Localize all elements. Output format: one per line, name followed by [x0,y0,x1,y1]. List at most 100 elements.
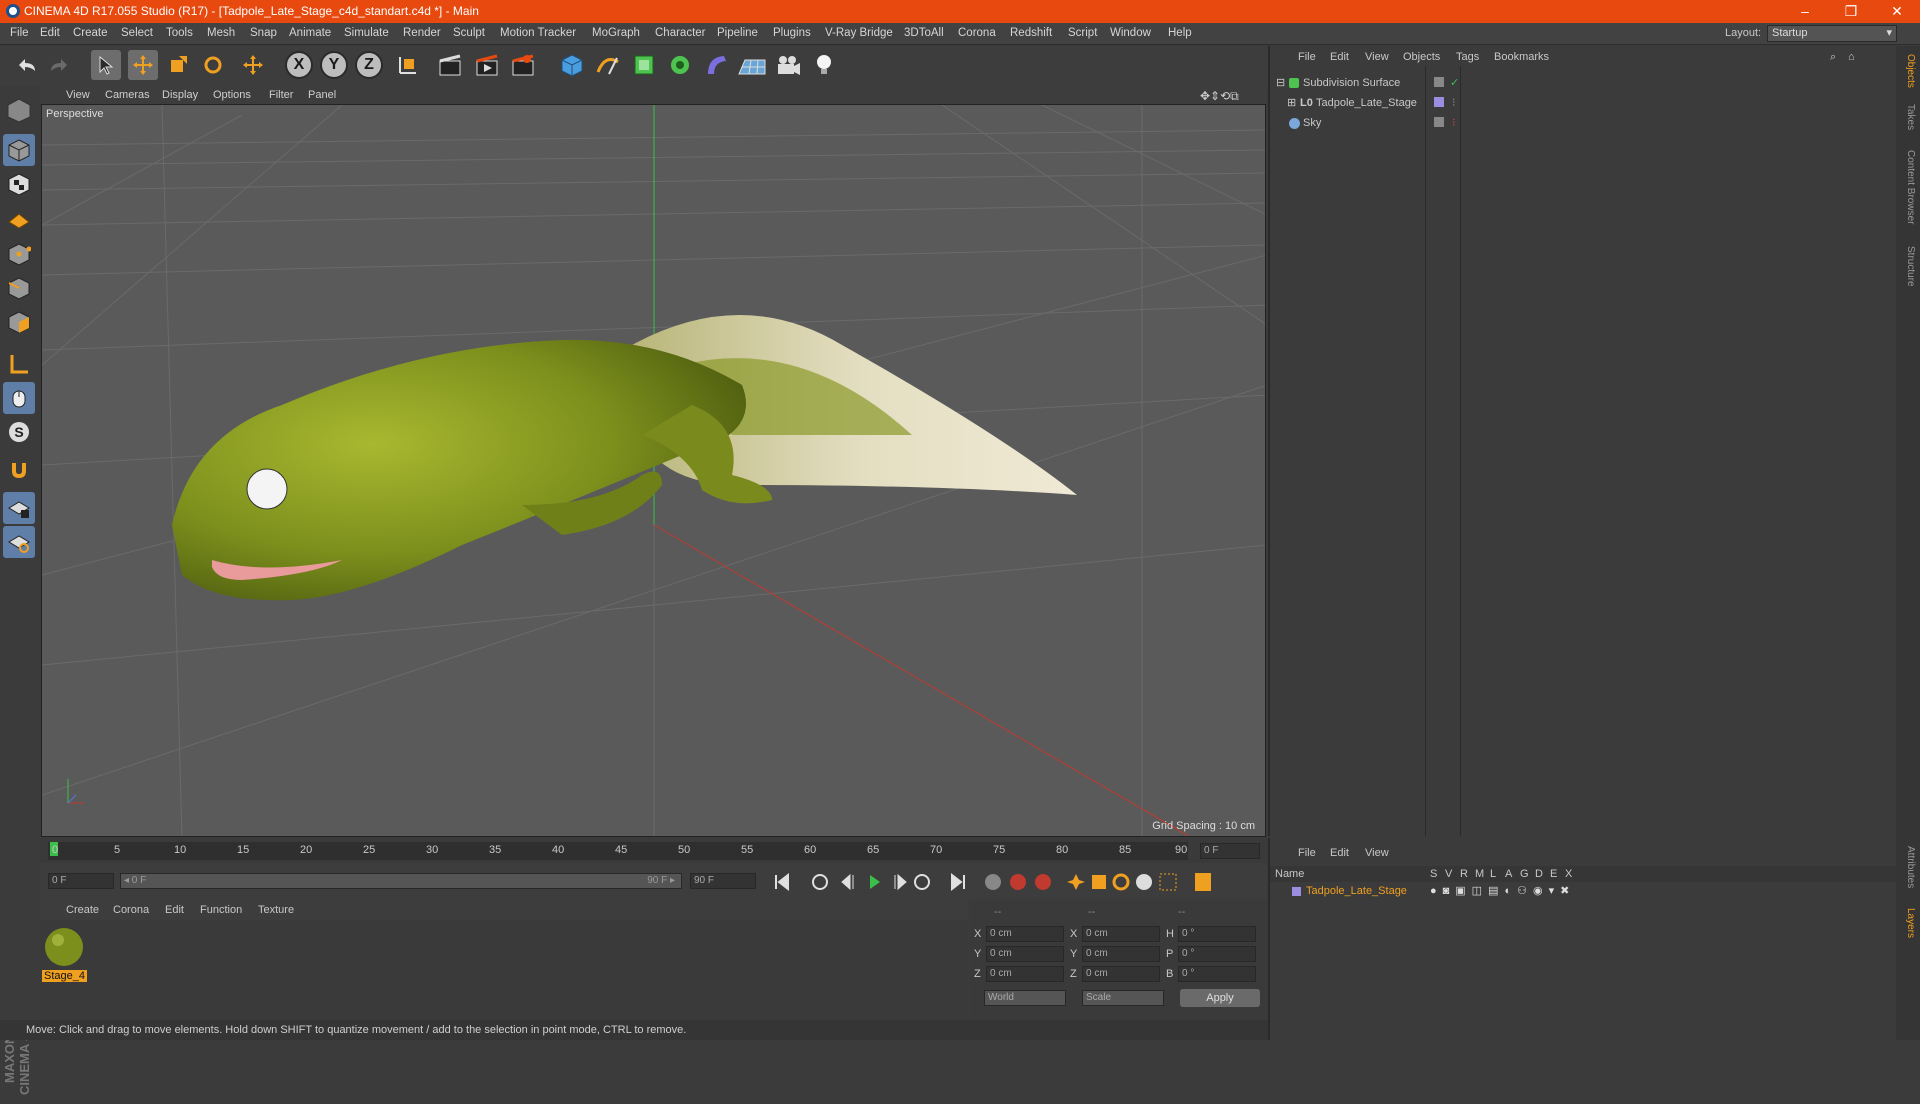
rotation-b-field[interactable]: 0 ° [1178,966,1256,982]
menu-corona[interactable]: Corona [958,27,996,39]
menu-help[interactable]: Help [1168,27,1192,39]
viewport-menu-view[interactable]: View [66,89,90,101]
visibility-dot-icon[interactable]: ⁝ [1452,114,1456,132]
menu-select[interactable]: Select [121,27,153,39]
menu-vray-bridge[interactable]: V-Ray Bridge [825,27,893,39]
material-menu-texture[interactable]: Texture [258,904,294,916]
tweak-mode-button[interactable] [3,382,35,414]
menu-file[interactable]: File [10,27,29,39]
menu-simulate[interactable]: Simulate [344,27,389,39]
viewport-menu-panel[interactable]: Panel [308,89,336,101]
size-y-field[interactable]: 0 cm [1082,946,1160,962]
render-settings-button[interactable] [508,50,538,80]
layer-icon[interactable] [1434,117,1444,127]
menu-sculpt[interactable]: Sculpt [453,27,485,39]
timeline-ruler[interactable]: 0 5 10 15 20 25 30 35 40 45 50 55 60 65 … [48,842,1188,860]
menu-snap[interactable]: Snap [250,27,277,39]
menu-mesh[interactable]: Mesh [207,27,235,39]
menu-3dtoall[interactable]: 3DToAll [904,27,944,39]
model-mode-button[interactable] [3,134,35,166]
rotation-p-field[interactable]: 0 ° [1178,946,1256,962]
menu-render[interactable]: Render [403,27,441,39]
tab-structure[interactable]: Structure [1899,246,1916,298]
menu-redshift[interactable]: Redshift [1010,27,1052,39]
material-menu-edit[interactable]: Edit [165,904,184,916]
workplane-lock-button[interactable] [3,492,35,524]
home-icon[interactable]: ⌂ [1848,51,1855,63]
menu-tools[interactable]: Tools [166,27,193,39]
solo-mode-button[interactable]: S [3,416,35,448]
render-view-button[interactable] [435,50,465,80]
position-x-field[interactable]: 0 cm [986,926,1064,942]
tab-takes[interactable]: Takes [1899,104,1916,140]
recent-tool[interactable] [238,50,268,80]
restore-button[interactable]: ❐ [1828,0,1874,23]
tree-toggle-icon[interactable]: ⊟ [1276,74,1285,92]
viewport-navigation-icons[interactable]: ✥⇕⟲⧉ [1200,89,1239,104]
object-row-tadpole[interactable]: ⊞ L0 Tadpole_Late_Stage ⁝ [1274,94,1889,112]
undo-button[interactable] [12,50,42,80]
axis-mode-button[interactable] [3,348,35,380]
current-frame-field[interactable]: 0 F [1200,843,1260,859]
layer-color-icon[interactable] [1434,97,1444,107]
add-cube-button[interactable] [557,50,587,80]
start-frame-field[interactable]: 0 F [48,873,114,889]
objects-menu-objects[interactable]: Objects [1403,51,1440,63]
menu-plugins[interactable]: Plugins [773,27,811,39]
layers-menu-view[interactable]: View [1365,847,1389,859]
planar-workplane-button[interactable] [3,526,35,558]
layers-menu-file[interactable]: File [1298,847,1316,859]
visibility-dot-icon[interactable]: ⁝ [1452,94,1456,112]
menu-motion-tracker[interactable]: Motion Tracker [500,27,576,39]
add-camera-button[interactable] [773,50,803,80]
live-selection-tool[interactable] [91,50,121,80]
position-z-field[interactable]: 0 cm [986,966,1064,982]
end-frame-field[interactable]: 90 F [690,873,756,889]
viewport-menu-options[interactable]: Options [213,89,251,101]
viewport-menu-filter[interactable]: Filter [269,89,293,101]
object-row-sky[interactable]: Sky ⁝ [1274,114,1889,132]
coordinate-mode-select[interactable]: World [984,990,1066,1006]
menu-character[interactable]: Character [655,27,706,39]
points-mode-button[interactable] [3,238,35,270]
layout-select[interactable]: Startup ▾ [1767,25,1897,42]
material-menu-function[interactable]: Function [200,904,242,916]
edges-mode-button[interactable] [3,272,35,304]
tab-content-browser[interactable]: Content Browser [1899,150,1916,235]
material-menu-corona[interactable]: Corona [113,904,149,916]
add-mograph-button[interactable] [665,50,695,80]
frame-range-slider[interactable]: ◂ 0 F 90 F ▸ [120,873,682,889]
snap-button[interactable] [3,454,35,486]
scale-tool[interactable] [163,50,193,80]
objects-menu-view[interactable]: View [1365,51,1389,63]
texture-mode-button[interactable] [3,168,35,200]
tree-toggle-icon[interactable]: ⊞ [1287,94,1296,112]
move-tool[interactable] [128,50,158,80]
menu-animate[interactable]: Animate [289,27,331,39]
size-x-field[interactable]: 0 cm [1082,926,1160,942]
size-z-field[interactable]: 0 cm [1082,966,1160,982]
render-to-picture-viewer-button[interactable] [472,50,502,80]
x-axis-lock-button[interactable]: X [285,51,313,79]
layer-toggle-icons[interactable]: ●◙▣◫▤◐⚇◉▾✖ [1430,884,1575,897]
viewport-menu-cameras[interactable]: Cameras [105,89,150,101]
close-button[interactable]: ✕ [1874,0,1920,23]
y-axis-lock-button[interactable]: Y [320,51,348,79]
size-mode-select[interactable]: Scale [1082,990,1164,1006]
objects-menu-file[interactable]: File [1298,51,1316,63]
timeline[interactable]: 0 5 10 15 20 25 30 35 40 45 50 55 60 65 … [40,838,1267,863]
layer-row[interactable]: Tadpole_Late_Stage ●◙▣◫▤◐⚇◉▾✖ [1270,884,1896,900]
tab-layers[interactable]: Layers [1899,908,1916,948]
apply-button[interactable]: Apply [1180,989,1260,1007]
layer-color-icon[interactable] [1292,887,1301,896]
position-y-field[interactable]: 0 cm [986,946,1064,962]
minimize-button[interactable]: – [1782,0,1828,23]
tab-objects[interactable]: Objects [1899,54,1916,94]
rotation-h-field[interactable]: 0 ° [1178,926,1256,942]
workplane-mode-button[interactable] [3,202,35,234]
coordinate-system-button[interactable] [393,50,423,80]
rotate-tool[interactable] [198,50,228,80]
layer-icon[interactable] [1434,77,1444,87]
objects-menu-tags[interactable]: Tags [1456,51,1479,63]
add-subdivision-button[interactable] [629,50,659,80]
